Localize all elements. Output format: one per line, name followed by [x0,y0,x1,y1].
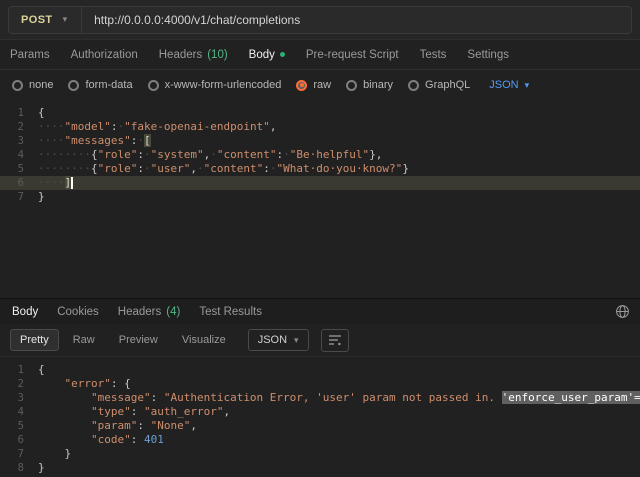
code-line[interactable]: 5 "param": "None", [0,419,640,433]
mode-binary[interactable]: binary [346,79,393,91]
view-tab-visualize[interactable]: Visualize [172,329,236,351]
method-selector[interactable]: POST ▾ [9,7,82,33]
line-number: 4 [0,405,24,419]
radio-icon [408,80,419,91]
line-number: 8 [0,461,24,475]
url-input[interactable]: http://0.0.0.0:4000/v1/chat/completions [82,13,300,27]
request-url-bar: POST ▾ http://0.0.0.0:4000/v1/chat/compl… [0,0,640,40]
line-number: 1 [0,106,24,120]
code-line[interactable]: 3 "message": "Authentication Error, 'use… [0,391,640,405]
code-line[interactable]: 5········{"role":·"user",·"content":·"Wh… [0,162,640,176]
body-mode-row: none form-data x-www-form-urlencoded raw… [0,70,640,100]
radio-icon [148,80,159,91]
radio-selected-icon [296,80,307,91]
code-line[interactable]: 6 "code": 401 [0,433,640,447]
line-number: 6 [0,433,24,447]
code-line[interactable]: 1{ [0,106,640,120]
line-number: 5 [0,162,24,176]
line-number: 4 [0,148,24,162]
view-tab-raw[interactable]: Raw [63,329,105,351]
tab-tests[interactable]: Tests [420,49,447,61]
line-number: 1 [0,363,24,377]
code-line[interactable]: 7 } [0,447,640,461]
chevron-down-icon: ▾ [63,15,68,24]
wrap-lines-icon[interactable] [321,329,349,352]
radio-icon [68,80,79,91]
code-line[interactable]: 8} [0,461,640,475]
code-line[interactable]: 2 "error": { [0,377,640,391]
code-line[interactable]: 4········{"role":·"system",·"content":·"… [0,148,640,162]
code-line[interactable]: 7} [0,190,640,204]
mode-raw[interactable]: raw [296,79,331,91]
method-label: POST [21,14,53,26]
mode-x-www-form-urlencoded[interactable]: x-www-form-urlencoded [148,79,282,91]
response-tab-cookies[interactable]: Cookies [57,306,99,318]
mode-none[interactable]: none [12,79,53,91]
code-line[interactable]: 1{ [0,363,640,377]
response-view-row: Pretty Raw Preview Visualize JSON ▾ [0,324,640,357]
radio-icon [12,80,23,91]
tab-settings[interactable]: Settings [467,49,509,61]
response-language-selector[interactable]: JSON ▾ [248,329,309,351]
url-box: POST ▾ http://0.0.0.0:4000/v1/chat/compl… [8,6,632,34]
headers-count: (10) [207,49,227,61]
code-line[interactable]: 6····] [0,176,640,190]
code-line[interactable]: 4 "type": "auth_error", [0,405,640,419]
chevron-down-icon: ▾ [525,81,530,90]
mode-form-data[interactable]: form-data [68,79,132,91]
line-number: 7 [0,447,24,461]
response-tab-body[interactable]: Body [12,306,38,318]
radio-icon [346,80,357,91]
body-content-dot-icon [280,52,285,57]
code-line[interactable]: 3····"messages":·[ [0,134,640,148]
line-number: 3 [0,134,24,148]
raw-language-selector[interactable]: JSON ▾ [489,79,529,91]
line-number: 7 [0,190,24,204]
line-number: 2 [0,120,24,134]
chevron-down-icon: ▾ [294,336,299,345]
response-body-editor[interactable]: 1{2 "error": {3 "message": "Authenticati… [0,357,640,477]
response-headers-count: (4) [166,306,180,318]
line-number: 6 [0,176,24,190]
response-tab-headers[interactable]: Headers(4) [118,306,181,318]
mode-graphql[interactable]: GraphQL [408,79,470,91]
line-number: 5 [0,419,24,433]
request-tabs: Params Authorization Headers(10) Body Pr… [0,40,640,70]
tab-headers[interactable]: Headers(10) [159,49,228,61]
response-tabs: Body Cookies Headers(4) Test Results [0,298,640,324]
view-tab-preview[interactable]: Preview [109,329,168,351]
code-line[interactable]: 2····"model":·"fake-openai-endpoint", [0,120,640,134]
response-tab-test-results[interactable]: Test Results [199,306,262,318]
view-tab-pretty[interactable]: Pretty [10,329,59,351]
tab-authorization[interactable]: Authorization [71,49,138,61]
tab-body[interactable]: Body [249,49,285,61]
tab-pre-request-script[interactable]: Pre-request Script [306,49,399,61]
request-body-editor[interactable]: 1{2····"model":·"fake-openai-endpoint",3… [0,100,640,298]
line-number: 3 [0,391,24,405]
tab-params[interactable]: Params [10,49,50,61]
line-number: 2 [0,377,24,391]
globe-icon[interactable] [615,304,630,322]
